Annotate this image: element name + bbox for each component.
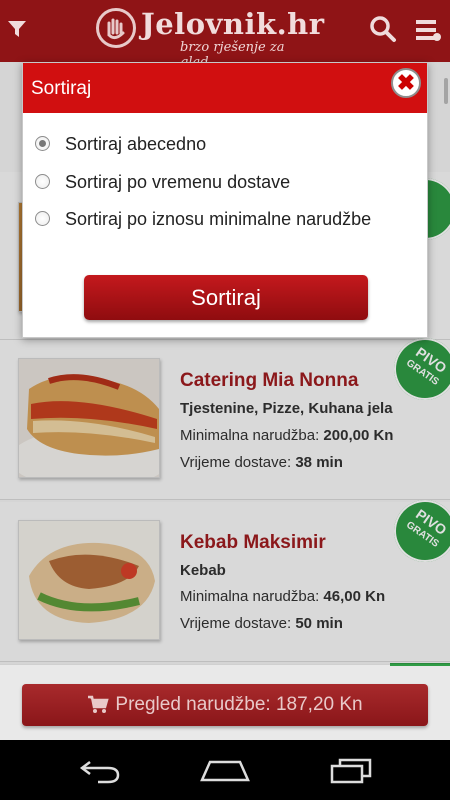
recent-apps-icon[interactable] (328, 758, 374, 784)
order-summary-button[interactable]: Pregled narudžbe: 187,20 Kn (22, 684, 428, 726)
option-label: Sortiraj abecedno (65, 134, 207, 154)
back-icon[interactable] (78, 758, 122, 784)
dialog-header: Sortiraj ✖ (23, 63, 427, 113)
filter-icon[interactable] (6, 18, 28, 40)
option-label: Sortiraj po vremenu dostave (65, 172, 291, 192)
dialog-title: Sortiraj (31, 78, 92, 99)
cart-icon (88, 695, 110, 713)
menu-icon[interactable] (413, 15, 443, 45)
top-bar: Jelovnik.hr brzo rješenje za glad (0, 0, 450, 70)
app-screen: Jelovnik.hr brzo rješenje za glad (0, 0, 450, 740)
close-icon: ✖ (396, 70, 416, 95)
sort-button[interactable]: Sortiraj (84, 275, 368, 320)
radio-selected[interactable] (35, 136, 50, 151)
close-button[interactable]: ✖ (391, 68, 421, 98)
hand-logo-icon (96, 8, 136, 48)
brand-name: Jelovnik.hr (141, 7, 325, 41)
order-summary-label: Pregled narudžbe: 187,20 Kn (115, 694, 363, 715)
search-icon[interactable] (368, 14, 398, 44)
option-label: Sortiraj po iznosu minimalne narudžbe (65, 209, 372, 229)
android-nav-bar (0, 740, 450, 800)
radio[interactable] (35, 211, 50, 226)
logo: Jelovnik.hr brzo rješenje za glad (96, 6, 324, 70)
radio[interactable] (35, 174, 50, 189)
home-icon[interactable] (200, 758, 250, 784)
sort-dialog: Sortiraj ✖ Sortiraj abecedno Sortiraj po… (22, 62, 428, 338)
